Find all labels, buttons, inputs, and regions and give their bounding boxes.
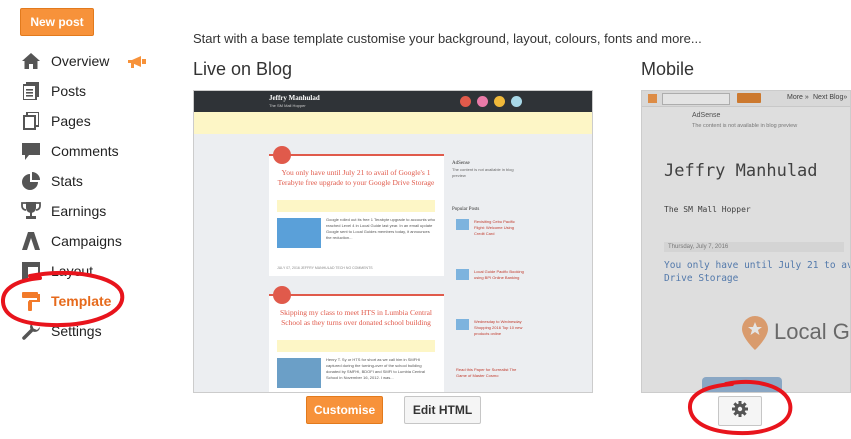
preview-post-band bbox=[277, 200, 435, 212]
sidebar-item-label: Earnings bbox=[51, 203, 107, 219]
sidebar-item-template[interactable]: Template bbox=[20, 286, 111, 316]
sidebar-item-label: Comments bbox=[51, 143, 119, 159]
live-on-blog-title: Live on Blog bbox=[193, 59, 293, 79]
sidebar-item-earnings[interactable]: Earnings bbox=[20, 196, 106, 226]
mobile-preview-overlay bbox=[642, 91, 850, 392]
intro-text: Start with a base template customise you… bbox=[193, 31, 702, 46]
sidebar-item-posts[interactable]: Posts bbox=[20, 76, 86, 106]
sidebar-item-label: Pages bbox=[51, 113, 91, 129]
preview-popular-thumbnail bbox=[456, 269, 469, 280]
preview-social-icon bbox=[460, 96, 471, 107]
preview-social-icon bbox=[511, 96, 522, 107]
sidebar-item-pages[interactable]: Pages bbox=[20, 106, 91, 136]
sidebar-item-label: Settings bbox=[51, 323, 102, 339]
wrench-icon bbox=[20, 320, 42, 342]
new-post-button[interactable]: New post bbox=[20, 8, 94, 36]
link-icon bbox=[273, 146, 291, 164]
sidebar-item-label: Layout bbox=[51, 263, 94, 279]
sidebar-item-label: Template bbox=[51, 293, 112, 309]
preview-popular-thumbnail bbox=[456, 219, 469, 230]
sidebar-item-layout[interactable]: Layout bbox=[20, 256, 93, 286]
sidebar-item-campaigns[interactable]: Campaigns bbox=[20, 226, 122, 256]
preview-side-adsense: AdSense The content is not available in … bbox=[452, 161, 514, 178]
posts-icon bbox=[20, 80, 42, 102]
preview-post-meta: JULY 07, 2016 JEFFRY MANHULAD TECH NO CO… bbox=[277, 266, 373, 270]
preview-popular-link: Revisiting Cebu Pacific Flight: Welcome … bbox=[474, 219, 515, 236]
layout-icon bbox=[20, 260, 42, 282]
sidebar-item-overview[interactable]: Overview bbox=[20, 46, 109, 76]
preview-popular-link: Wednesday to Wednesday Shopping 2016 Top… bbox=[474, 319, 523, 336]
preview-blog-desc: The SM Mall Hopper bbox=[269, 103, 306, 108]
sidebar-item-stats[interactable]: Stats bbox=[20, 166, 83, 196]
preview-post-title: You only have until July 21 to avail of … bbox=[277, 168, 435, 187]
preview-post-excerpt: Google rolled out its free 1 Terabyte up… bbox=[326, 217, 436, 240]
sidebar-item-label: Stats bbox=[51, 173, 83, 189]
edit-html-button[interactable]: Edit HTML bbox=[404, 396, 481, 424]
preview-post: Skipping my class to meet HTS in Lumbia … bbox=[269, 294, 444, 392]
trophy-icon bbox=[20, 200, 42, 222]
sidebar-item-label: Posts bbox=[51, 83, 87, 99]
sidebar-item-label: Campaigns bbox=[51, 233, 122, 249]
preview-popular-thumbnail bbox=[456, 319, 469, 330]
campaigns-icon bbox=[20, 230, 42, 252]
preview-header: Jeffry Manhulad The SM Mall Hopper bbox=[194, 91, 592, 112]
preview-side-popular: Popular Posts bbox=[452, 207, 480, 212]
mobile-title: Mobile bbox=[641, 59, 695, 79]
preview-social-icon bbox=[494, 96, 505, 107]
home-icon bbox=[20, 50, 42, 72]
preview-popular-link: Read this Paper for Surrealist The Game … bbox=[456, 367, 517, 378]
stats-icon bbox=[20, 170, 42, 192]
preview-post: You only have until July 21 to avail of … bbox=[269, 154, 444, 276]
comments-icon bbox=[20, 140, 42, 162]
megaphone-icon bbox=[128, 55, 146, 73]
preview-blog-title: Jeffry Manhulad bbox=[269, 94, 320, 102]
sidebar-item-comments[interactable]: Comments bbox=[20, 136, 119, 166]
mobile-settings-button[interactable] bbox=[718, 396, 762, 426]
preview-post-title: Skipping my class to meet HTS in Lumbia … bbox=[279, 308, 433, 327]
gear-icon bbox=[732, 400, 748, 422]
preview-post-thumbnail bbox=[277, 358, 321, 388]
preview-post-excerpt: Henry T. Sy or HTS for short as we call … bbox=[326, 357, 425, 380]
template-icon bbox=[20, 290, 42, 312]
preview-social-icon bbox=[477, 96, 488, 107]
pages-icon bbox=[20, 110, 42, 132]
preview-post-thumbnail bbox=[277, 218, 321, 248]
preview-banner bbox=[194, 112, 592, 134]
customise-button[interactable]: Customise bbox=[306, 396, 383, 424]
mobile-preview-thumbnail[interactable]: More » Next Blog» AdSense The content is… bbox=[641, 90, 851, 393]
sidebar-item-settings[interactable]: Settings bbox=[20, 316, 102, 346]
blog-preview-thumbnail[interactable]: Jeffry Manhulad The SM Mall Hopper You o… bbox=[193, 90, 593, 393]
preview-popular-link: Local Guide Pacific Booking using BPI On… bbox=[474, 269, 524, 280]
preview-post-band bbox=[277, 340, 435, 352]
sidebar-item-label: Overview bbox=[51, 53, 110, 69]
link-icon bbox=[273, 286, 291, 304]
